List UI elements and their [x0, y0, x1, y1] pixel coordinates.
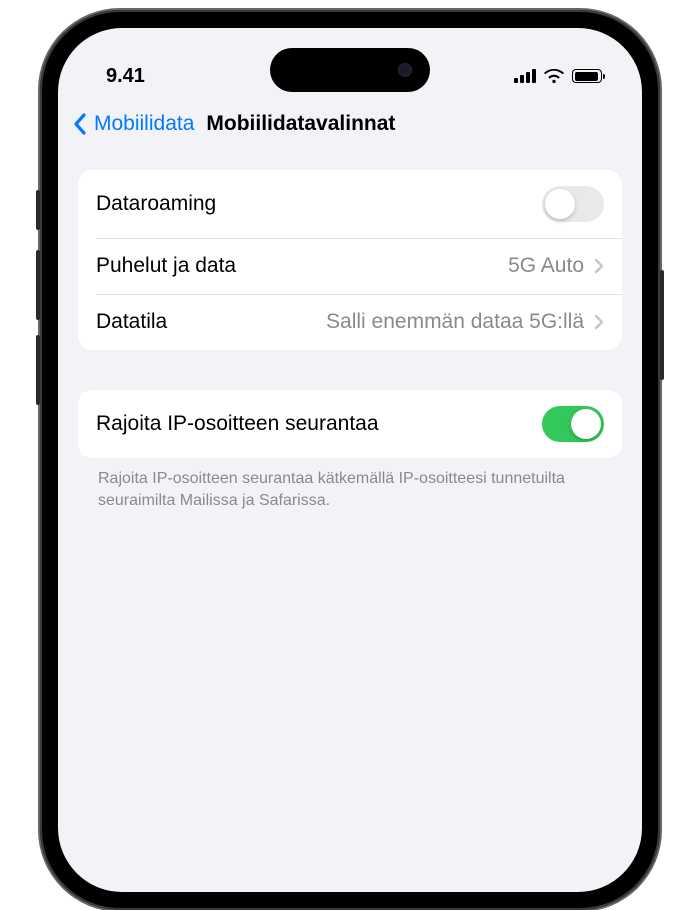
back-chevron-icon[interactable]: [72, 112, 88, 136]
page-title: Mobiilidatavalinnat: [206, 112, 395, 136]
row-label: Puhelut ja data: [96, 254, 236, 278]
toggle-data-roaming[interactable]: [542, 186, 604, 222]
toggle-limit-ip-tracking[interactable]: [542, 406, 604, 442]
row-label: Datatila: [96, 310, 167, 334]
navigation-bar: Mobiilidata Mobiilidatavalinnat: [58, 100, 642, 150]
chevron-right-icon: [594, 314, 604, 330]
dynamic-island: [270, 48, 430, 92]
row-data-roaming: Dataroaming: [78, 170, 622, 238]
side-button: [36, 250, 40, 320]
side-button: [36, 190, 40, 230]
side-button: [660, 270, 664, 380]
cellular-signal-icon: [514, 69, 536, 83]
back-button[interactable]: Mobiilidata: [94, 112, 194, 136]
wifi-icon: [544, 69, 564, 83]
row-data-mode[interactable]: Datatila Salli enemmän dataa 5G:llä: [78, 294, 622, 350]
status-time: 9.41: [106, 65, 145, 88]
footer-note: Rajoita IP-osoitteen seurantaa kätkemäll…: [78, 468, 622, 511]
phone-frame: 9.41: [40, 10, 660, 910]
screen: 9.41: [58, 28, 642, 892]
row-value: Salli enemmän dataa 5G:llä: [326, 310, 584, 334]
row-limit-ip-tracking: Rajoita IP-osoitteen seurantaa: [78, 390, 622, 458]
chevron-right-icon: [594, 258, 604, 274]
row-voice-and-data[interactable]: Puhelut ja data 5G Auto: [78, 238, 622, 294]
row-value: 5G Auto: [508, 254, 584, 278]
side-button: [36, 335, 40, 405]
settings-group-1: Dataroaming Puhelut ja data 5G Auto: [78, 170, 622, 350]
row-label: Dataroaming: [96, 192, 216, 216]
front-camera-icon: [398, 63, 412, 77]
settings-group-2: Rajoita IP-osoitteen seurantaa: [78, 390, 622, 458]
row-label: Rajoita IP-osoitteen seurantaa: [96, 412, 379, 436]
battery-icon: [572, 69, 602, 83]
